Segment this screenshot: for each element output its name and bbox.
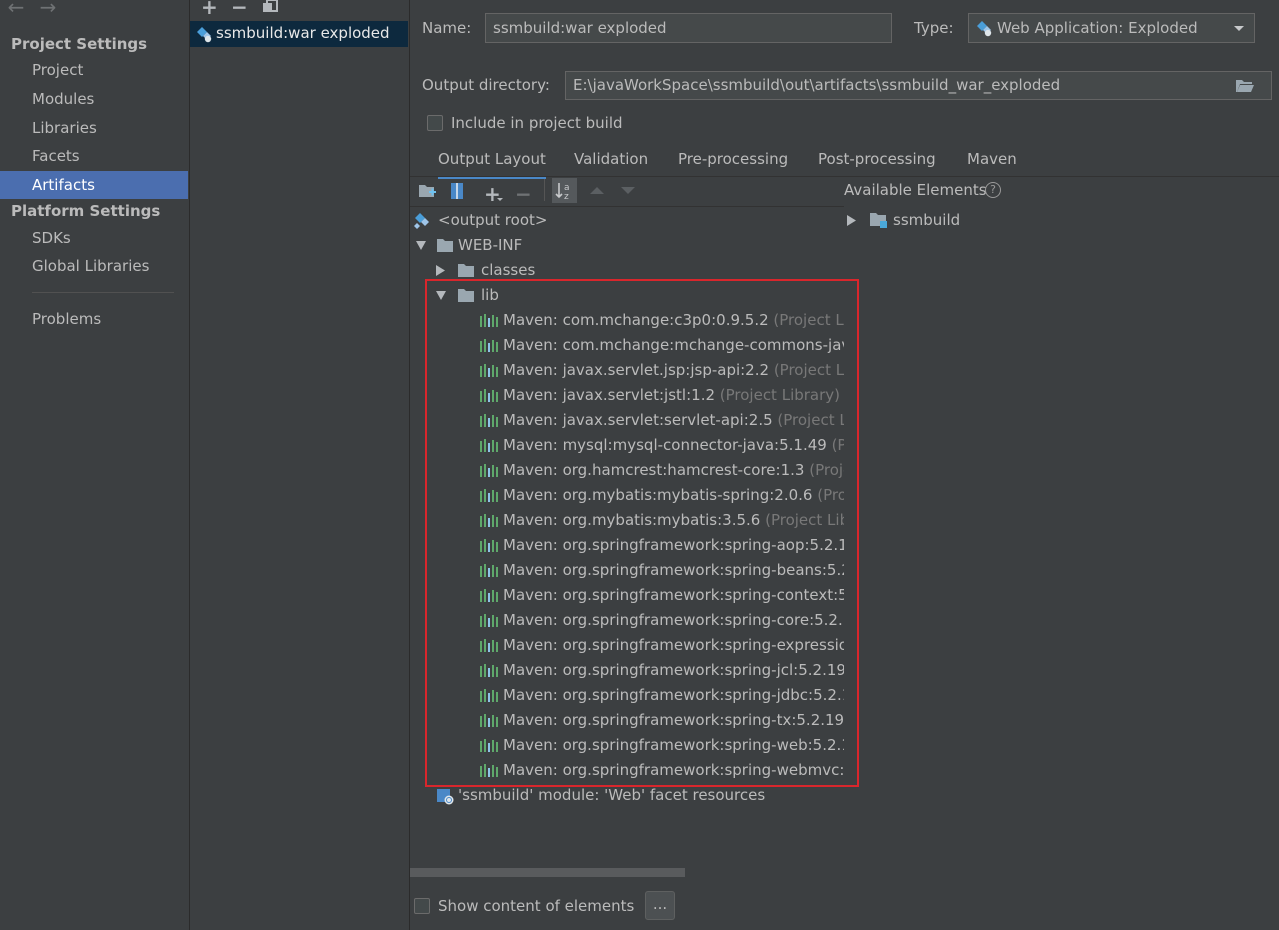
chevron-down-icon — [1233, 25, 1245, 33]
browse-folder-icon[interactable] — [1235, 78, 1255, 94]
include-in-build-label: Include in project build — [451, 114, 623, 132]
more-options-button[interactable]: ... — [645, 891, 675, 920]
move-up-icon[interactable] — [590, 186, 604, 195]
output-root-label: <output root> — [438, 211, 548, 229]
sidebar-item-artifacts[interactable]: Artifacts — [0, 171, 188, 199]
tab-maven[interactable]: Maven — [967, 148, 1017, 176]
web-artifact-icon — [196, 26, 213, 43]
back-arrow-icon[interactable]: ← — [5, 0, 27, 18]
artifact-item-ssmbuild-war-exploded[interactable]: ssmbuild:war exploded — [190, 21, 408, 47]
type-dropdown[interactable]: Web Application: Exploded — [968, 13, 1255, 43]
tab-validation[interactable]: Validation — [574, 148, 648, 176]
svg-text:z: z — [564, 192, 569, 202]
type-dropdown-value: Web Application: Exploded — [997, 19, 1198, 37]
tab-pre-processing[interactable]: Pre-processing — [678, 148, 788, 176]
tab-output-layout[interactable]: Output Layout — [438, 148, 546, 179]
forward-arrow-icon[interactable]: → — [37, 0, 59, 18]
settings-sidebar: ← → Project Settings Project Modules Lib… — [0, 0, 190, 930]
sidebar-item-sdks[interactable]: SDKs — [0, 224, 188, 252]
type-label: Type: — [914, 19, 954, 37]
tabs-divider — [410, 176, 1279, 177]
copy-artifact-icon[interactable] — [262, 0, 278, 13]
output-directory-label: Output directory: — [422, 76, 550, 94]
toolbar-divider — [410, 206, 844, 207]
sidebar-item-libraries[interactable]: Libraries — [0, 114, 188, 142]
sort-elements-icon[interactable]: az — [552, 178, 577, 203]
name-label: Name: — [422, 19, 472, 37]
name-input[interactable]: ssmbuild:war exploded — [485, 13, 892, 43]
project-settings-header: Project Settings — [11, 35, 148, 53]
chevron-down-icon — [497, 198, 503, 202]
create-directory-icon[interactable] — [418, 183, 436, 199]
output-directory-input[interactable]: E:\javaWorkSpace\ssmbuild\out\artifacts\… — [565, 71, 1272, 100]
available-elements-header: Available Elements — [844, 181, 987, 199]
artifact-editor: Name: ssmbuild:war exploded Type: Web Ap… — [410, 0, 1279, 930]
show-content-checkbox[interactable] — [414, 898, 430, 914]
tab-post-processing[interactable]: Post-processing — [818, 148, 936, 176]
remove-artifact-icon[interactable]: − — [231, 0, 248, 17]
horizontal-scrollbar[interactable] — [410, 868, 685, 877]
sidebar-item-modules[interactable]: Modules — [0, 85, 188, 113]
include-in-build-checkbox[interactable] — [427, 115, 443, 131]
help-icon[interactable]: ? — [985, 182, 1001, 198]
sidebar-item-problems[interactable]: Problems — [0, 305, 188, 333]
platform-settings-header: Platform Settings — [11, 202, 161, 220]
available-item-label: ssmbuild — [893, 211, 961, 229]
create-archive-icon[interactable] — [450, 182, 464, 200]
show-content-label: Show content of elements — [438, 897, 635, 915]
toolbar-separator — [544, 179, 545, 201]
facet-resources-label: 'ssmbuild' module: 'Web' facet resources — [458, 786, 766, 804]
remove-element-icon[interactable]: − — [515, 184, 532, 204]
web-inf-label: WEB-INF — [458, 236, 523, 254]
sidebar-item-global-libraries[interactable]: Global Libraries — [0, 252, 188, 280]
move-down-icon[interactable] — [621, 186, 635, 195]
web-artifact-icon — [976, 20, 993, 37]
sidebar-item-project[interactable]: Project — [0, 56, 188, 84]
artifact-item-label: ssmbuild:war exploded — [216, 24, 390, 42]
artifact-list-panel: + − — [190, 0, 410, 930]
add-artifact-icon[interactable]: + — [201, 0, 218, 17]
sidebar-item-facets[interactable]: Facets — [0, 142, 188, 170]
highlight-box — [425, 279, 859, 787]
sidebar-divider — [32, 292, 174, 293]
